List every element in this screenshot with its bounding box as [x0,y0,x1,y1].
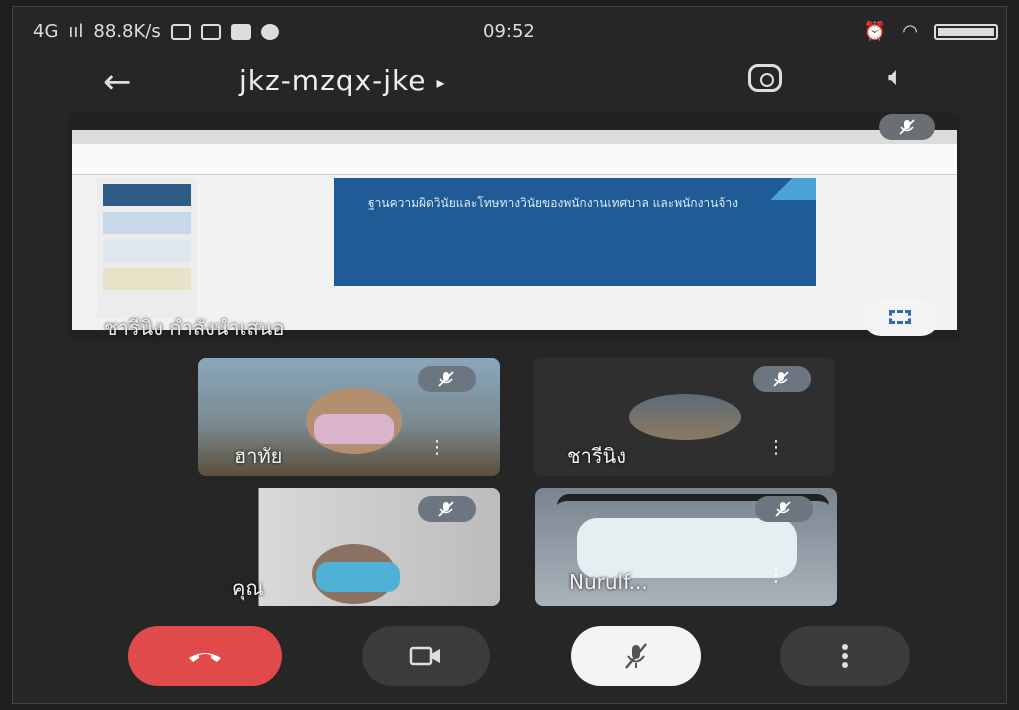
chat-bubble-icon [260,23,279,40]
more-options-button[interactable] [780,626,910,686]
wifi-icon: ◠ [902,21,918,42]
participant-tile[interactable]: คุณ [198,488,500,606]
slide-thumbnails [97,178,197,318]
caret-right-icon: ▸ [436,72,446,92]
participant-name: คุณ [232,576,264,600]
signal-icon: ııl [68,21,84,42]
phone-screen: 4G ııl 88.8K/s 09:52 ⏰ ◠ ← jkz-mzqx-jke ▸… [12,6,1007,704]
switch-camera-icon[interactable] [748,64,782,92]
participant-tile[interactable]: Nurulf... ⋮ [535,488,837,606]
mail-icon [170,23,191,40]
slide-thumbnail [103,268,191,290]
mic-off-icon [418,366,476,392]
participant-name: Nurulf... [569,570,648,594]
slide-thumbnail [103,212,191,234]
mic-off-icon [755,496,813,522]
network-label: 4G [33,21,59,42]
mic-off-icon [879,114,935,140]
shared-browser-bar [72,130,957,144]
status-left: 4G ııl 88.8K/s [33,21,279,42]
avatar [629,394,741,440]
more-vertical-icon [842,644,848,668]
slide-thumbnail [103,184,191,206]
participant-name: ฮาทัย [234,444,283,468]
fullscreen-icon [889,310,911,324]
presentation-tile[interactable]: ฐานความผิดวินัยและโทษทางวินัยของพนักงานเ… [68,112,961,342]
call-controls [0,622,1019,692]
meeting-top-bar: ← jkz-mzqx-jke ▸ 🔈︎ [103,62,953,102]
slide-title-text: ฐานความผิดวินัยและโทษทางวินัยของพนักงานเ… [368,196,738,210]
alarm-icon: ⏰ [863,21,887,42]
mic-off-icon [625,643,647,669]
network-speed: 88.8K/s [93,21,161,42]
phone-hangup-icon [189,653,221,662]
mic-toggle-button[interactable] [571,626,701,686]
mic-off-icon [418,496,476,522]
participant-tile[interactable]: ฮาทัย ⋮ [198,358,500,476]
status-time: 09:52 [483,21,535,42]
meeting-code-title[interactable]: jkz-mzqx-jke ▸ [239,64,445,97]
participant-video [577,518,797,578]
participant-name: ชารีนิง [567,444,626,468]
more-vertical-icon[interactable]: ⋮ [428,439,446,466]
speaker-icon[interactable]: 🔈︎ [888,62,904,93]
shared-screen: ฐานความผิดวินัยและโทษทางวินัยของพนักงานเ… [72,130,957,330]
arrow-left-icon[interactable]: ← [103,62,132,102]
fullscreen-button[interactable] [863,300,939,336]
more-vertical-icon[interactable]: ⋮ [767,439,785,466]
camera-toggle-button[interactable] [362,626,490,686]
gallery-icon [200,23,221,40]
mic-off-icon [753,366,811,392]
slide-thumbnail [103,240,191,262]
current-slide: ฐานความผิดวินัยและโทษทางวินัยของพนักงานเ… [334,178,816,286]
hangup-button[interactable] [128,626,282,686]
participant-video [316,562,400,592]
participant-video [314,414,394,444]
facebook-icon [230,23,251,40]
video-camera-icon [409,646,440,666]
shared-doc-toolbar [72,144,957,175]
meeting-code: jkz-mzqx-jke [239,64,427,97]
status-right: ⏰ ◠ [864,21,998,42]
participant-tile[interactable]: ชารีนิง ⋮ [533,358,835,476]
status-bar: 4G ııl 88.8K/s 09:52 ⏰ ◠ [33,21,1008,47]
more-vertical-icon[interactable]: ⋮ [767,567,785,594]
presenter-label: ชารีนิง กำลังนำเสนอ [104,316,285,340]
battery-icon [934,23,998,40]
